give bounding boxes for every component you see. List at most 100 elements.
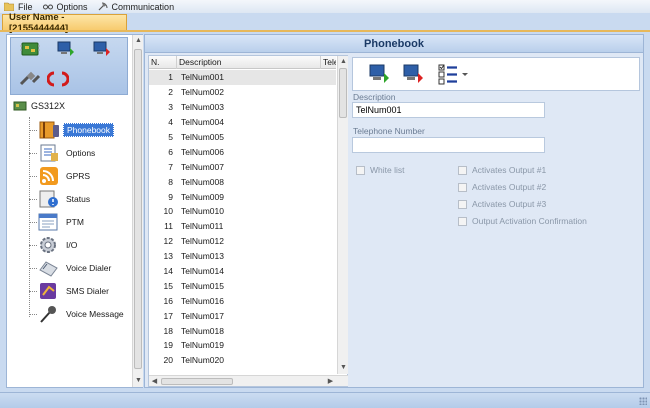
table-row[interactable]: 14 TelNum014 — [149, 264, 336, 279]
row-description: TelNum001 — [181, 72, 224, 83]
tree-item-gprs-label: GPRS — [66, 171, 91, 181]
download-to-pc-icon[interactable] — [55, 40, 77, 58]
table-row[interactable]: 5 TelNum005 — [149, 130, 336, 145]
row-description: TelNum010 — [181, 206, 224, 217]
row-description: TelNum005 — [181, 132, 224, 142]
table-row[interactable]: 20 TelNum020 — [149, 353, 336, 368]
options-icon — [40, 144, 58, 162]
output-confirmation-label: Output Activation Confirmation — [472, 216, 587, 226]
tree-item-options[interactable]: Options — [37, 142, 98, 164]
column-header-telephone[interactable]: Tele — [321, 56, 336, 69]
table-row[interactable]: 12 TelNum012 — [149, 234, 336, 249]
table-row[interactable]: 3 TelNum003 — [149, 100, 336, 115]
scroll-thumb[interactable] — [161, 378, 233, 385]
navigation-panel: GS312X Phonebook Options GPRS Status PTM — [6, 34, 143, 388]
scroll-thumb[interactable] — [134, 49, 142, 369]
upload-from-pc-icon[interactable] — [91, 40, 113, 58]
table-row[interactable]: 4 TelNum004 — [149, 115, 336, 130]
row-number: 3 — [168, 102, 173, 113]
table-row[interactable]: 15 TelNum015 — [149, 278, 336, 293]
tree-item-io-label: I/O — [66, 240, 78, 250]
ptm-icon — [38, 213, 58, 231]
row-number: 17 — [163, 310, 173, 321]
table-row[interactable]: 19 TelNum019 — [149, 338, 336, 353]
row-description: TelNum013 — [181, 251, 224, 262]
phonebook-table[interactable]: N. Description Tele 1 TelNum001 2 TelNum002… — [148, 55, 348, 387]
table-row[interactable]: 13 TelNum013 — [149, 249, 336, 264]
row-description: TelNum014 — [181, 266, 224, 277]
sms-icon — [40, 283, 56, 299]
output-3-checkbox[interactable]: Activates Output #3 — [458, 199, 546, 209]
user-tab[interactable]: User Name - [2155444444] — [2, 12, 127, 34]
tree-item-voice-message-label: Voice Message — [66, 309, 124, 319]
description-field[interactable] — [352, 102, 545, 118]
tree-connector — [29, 117, 30, 317]
tree-root-gs312x[interactable]: GS312X — [13, 99, 65, 113]
download-to-pc-icon[interactable] — [367, 62, 393, 86]
table-row[interactable]: 9 TelNum009 — [149, 189, 336, 204]
table-vertical-scrollbar[interactable]: ▲ ▼ — [337, 56, 348, 374]
tree-item-phonebook[interactable]: Phonebook — [37, 119, 115, 141]
table-row[interactable]: 1 TelNum001 — [149, 70, 336, 85]
scroll-left-arrow[interactable]: ◀ — [149, 376, 160, 387]
tree-item-ptm[interactable]: PTM — [37, 211, 87, 233]
tree-connector — [29, 314, 37, 315]
menu-file[interactable]: File — [4, 2, 33, 12]
checklist-dropdown-icon[interactable] — [437, 63, 473, 87]
checkbox-box[interactable] — [458, 165, 467, 175]
scroll-up-arrow[interactable]: ▲ — [338, 56, 349, 67]
resize-grip-icon[interactable] — [639, 397, 647, 405]
row-number: 10 — [163, 206, 173, 217]
checkbox-box[interactable] — [356, 165, 365, 175]
refresh-icon[interactable] — [47, 70, 69, 88]
table-row[interactable]: 18 TelNum018 — [149, 323, 336, 338]
table-row[interactable]: 6 TelNum006 — [149, 144, 336, 159]
checkbox-box[interactable] — [458, 216, 467, 226]
tree-connector — [29, 268, 37, 269]
table-row[interactable]: 7 TelNum007 — [149, 159, 336, 174]
scroll-right-arrow[interactable]: ▶ — [325, 376, 336, 387]
menu-communication[interactable]: Communication — [98, 2, 174, 12]
scroll-thumb[interactable] — [339, 68, 347, 118]
table-row[interactable]: 11 TelNum011 — [149, 219, 336, 234]
output-2-checkbox[interactable]: Activates Output #2 — [458, 182, 546, 192]
device-icon — [13, 101, 27, 111]
table-row[interactable]: 16 TelNum016 — [149, 293, 336, 308]
tree-item-voice-dialer[interactable]: Voice Dialer — [37, 257, 114, 279]
table-horizontal-scrollbar[interactable]: ◀ ▶ — [149, 375, 348, 386]
tree-item-status[interactable]: Status — [37, 188, 93, 210]
tree-item-io[interactable]: I/O — [37, 234, 80, 256]
output-1-checkbox[interactable]: Activates Output #1 — [458, 165, 546, 175]
table-header: N. Description Tele — [149, 56, 336, 69]
output-2-label: Activates Output #2 — [472, 182, 547, 192]
tree-item-sms-dialer[interactable]: SMS Dialer — [37, 280, 112, 302]
scroll-down-arrow[interactable]: ▼ — [338, 362, 349, 373]
table-row[interactable]: 2 TelNum002 — [149, 85, 336, 100]
scroll-down-arrow[interactable]: ▼ — [133, 375, 144, 386]
table-row[interactable]: 17 TelNum017 — [149, 308, 336, 323]
navigation-scrollbar[interactable]: ▲ ▼ — [132, 35, 143, 387]
tree-connector — [29, 130, 37, 131]
table-row[interactable]: 10 TelNum010 — [149, 204, 336, 219]
output-confirmation-checkbox[interactable]: Output Activation Confirmation — [458, 216, 587, 226]
column-header-number[interactable]: N. — [149, 56, 177, 69]
column-header-description[interactable]: Description — [177, 56, 321, 69]
tree-item-gprs[interactable]: GPRS — [37, 165, 93, 187]
row-number: 2 — [168, 87, 173, 98]
telephone-number-field[interactable] — [352, 137, 545, 153]
row-number: 4 — [168, 117, 173, 128]
menu-options[interactable]: Options — [42, 2, 88, 12]
circuit-board-icon[interactable] — [19, 40, 41, 58]
table-row[interactable]: 8 TelNum008 — [149, 174, 336, 189]
telephone-number-label: Telephone Number — [353, 126, 425, 136]
scroll-up-arrow[interactable]: ▲ — [133, 35, 144, 46]
checkbox-box[interactable] — [458, 182, 467, 192]
tree-root-label: GS312X — [31, 101, 66, 111]
tree-item-voice-message[interactable]: Voice Message — [37, 303, 127, 325]
row-number: 16 — [163, 295, 173, 306]
white-list-checkbox[interactable]: White list — [356, 165, 404, 175]
tree-item-phonebook-label: Phonebook — [63, 123, 115, 137]
checkbox-box[interactable] — [458, 199, 467, 209]
upload-from-pc-icon[interactable] — [401, 62, 427, 86]
disconnect-plug-icon[interactable] — [19, 70, 41, 88]
